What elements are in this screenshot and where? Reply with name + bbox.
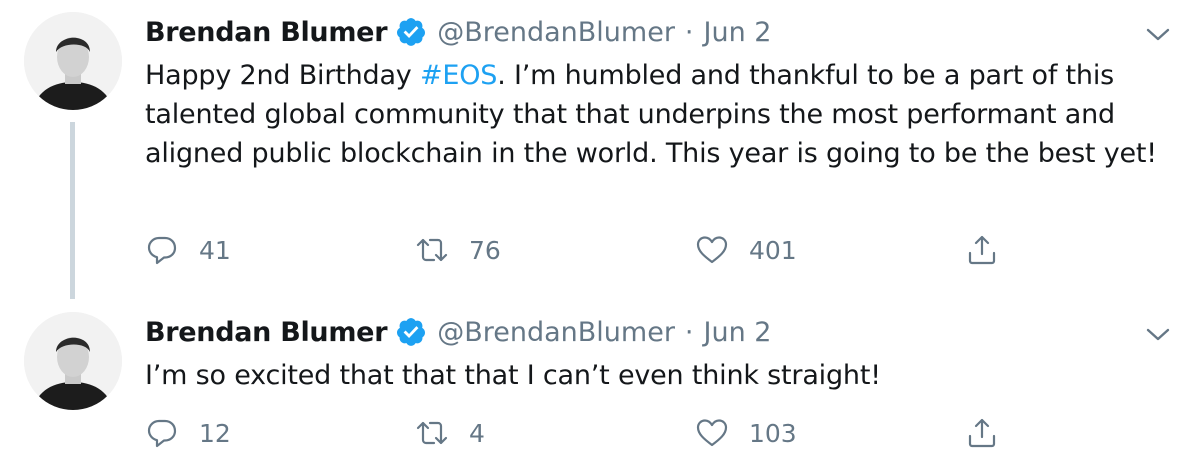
tweet-text-part: Happy 2nd Birthday	[145, 60, 420, 91]
tweet[interactable]: Brendan Blumer @BrendanBlumer · Jun 2 Ha…	[0, 0, 1194, 300]
retweet-icon	[416, 421, 448, 445]
share-button[interactable]	[965, 230, 999, 270]
avatar[interactable]	[24, 312, 122, 410]
retweet-count: 4	[469, 418, 485, 448]
hashtag-link[interactable]: #EOS	[420, 60, 497, 91]
author-handle[interactable]: @BrendanBlumer	[437, 317, 675, 348]
share-icon	[968, 235, 996, 265]
author-name[interactable]: Brendan Blumer	[145, 317, 388, 348]
like-button[interactable]: 103	[695, 413, 797, 453]
reply-count: 12	[199, 418, 231, 448]
like-button[interactable]: 401	[695, 230, 797, 270]
retweet-button[interactable]: 4	[415, 413, 485, 453]
heart-icon	[696, 419, 728, 447]
share-icon	[968, 418, 996, 448]
share-button[interactable]	[965, 413, 999, 453]
reply-count: 41	[199, 235, 231, 265]
tweet-header: Brendan Blumer @BrendanBlumer · Jun 2	[145, 12, 771, 52]
author-handle[interactable]: @BrendanBlumer	[437, 17, 675, 48]
chevron-down-icon[interactable]	[1143, 20, 1173, 50]
separator-dot: ·	[684, 16, 694, 48]
like-count: 401	[749, 235, 797, 265]
tweet[interactable]: Brendan Blumer @BrendanBlumer · Jun 2 I’…	[0, 300, 1194, 465]
verified-badge-icon	[395, 316, 427, 348]
author-name[interactable]: Brendan Blumer	[145, 17, 388, 48]
tweet-date[interactable]: Jun 2	[704, 17, 772, 48]
retweet-count: 76	[469, 235, 501, 265]
tweet-actions: 41 76 401	[145, 230, 1045, 270]
avatar[interactable]	[24, 12, 122, 110]
tweet-actions: 12 4 103	[145, 413, 1045, 453]
reply-icon	[147, 236, 177, 265]
tweet-text: I’m so excited that that that I can’t ev…	[145, 360, 881, 391]
heart-icon	[696, 236, 728, 264]
retweet-icon	[416, 238, 448, 262]
chevron-down-icon[interactable]	[1143, 320, 1173, 350]
verified-badge-icon	[395, 16, 427, 48]
tweet-text: Happy 2nd Birthday #EOS. I’m humbled and…	[145, 56, 1165, 173]
reply-icon	[147, 419, 177, 448]
separator-dot: ·	[684, 316, 694, 348]
like-count: 103	[749, 418, 797, 448]
retweet-button[interactable]: 76	[415, 230, 501, 270]
thread-line	[70, 122, 75, 299]
tweet-header: Brendan Blumer @BrendanBlumer · Jun 2	[145, 312, 771, 352]
reply-button[interactable]: 12	[145, 413, 231, 453]
reply-button[interactable]: 41	[145, 230, 231, 270]
tweet-date[interactable]: Jun 2	[704, 317, 772, 348]
